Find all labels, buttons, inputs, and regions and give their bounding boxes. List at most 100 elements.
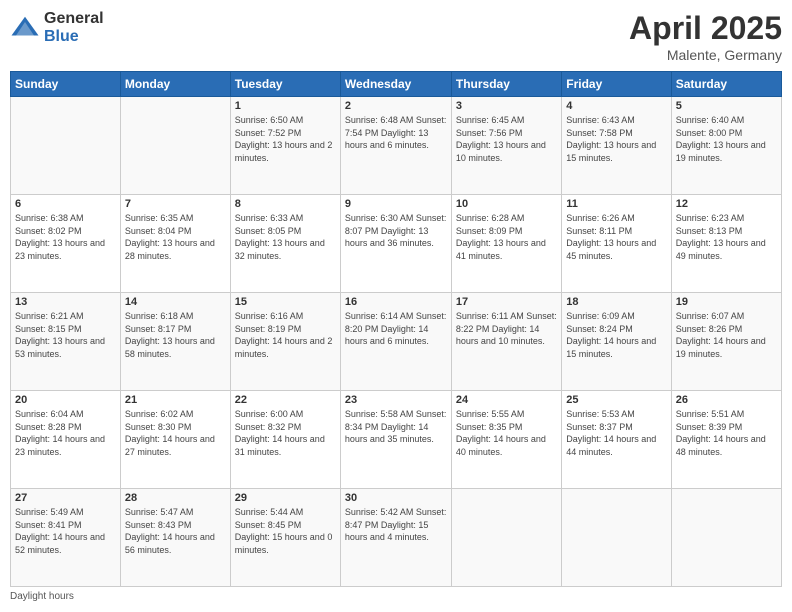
day-info: Sunrise: 5:44 AM Sunset: 8:45 PM Dayligh… <box>235 506 336 556</box>
day-info: Sunrise: 6:14 AM Sunset: 8:20 PM Dayligh… <box>345 310 447 348</box>
day-cell <box>120 97 230 195</box>
day-info: Sunrise: 6:35 AM Sunset: 8:04 PM Dayligh… <box>125 212 226 262</box>
day-info: Sunrise: 6:48 AM Sunset: 7:54 PM Dayligh… <box>345 114 447 152</box>
day-info: Sunrise: 6:30 AM Sunset: 8:07 PM Dayligh… <box>345 212 447 250</box>
day-number: 30 <box>345 492 447 504</box>
day-cell: 10 Sunrise: 6:28 AM Sunset: 8:09 PM Dayli… <box>451 195 561 293</box>
day-cell <box>451 489 561 587</box>
day-cell: 15 Sunrise: 6:16 AM Sunset: 8:19 PM Dayli… <box>230 293 340 391</box>
day-info: Sunrise: 6:38 AM Sunset: 8:02 PM Dayligh… <box>15 212 116 262</box>
day-info: Sunrise: 5:42 AM Sunset: 8:47 PM Dayligh… <box>345 506 447 544</box>
logo: General Blue <box>10 10 104 45</box>
day-info: Sunrise: 6:11 AM Sunset: 8:22 PM Dayligh… <box>456 310 557 348</box>
day-number: 12 <box>676 198 777 210</box>
day-info: Sunrise: 6:50 AM Sunset: 7:52 PM Dayligh… <box>235 114 336 164</box>
day-info: Sunrise: 5:53 AM Sunset: 8:37 PM Dayligh… <box>566 408 666 458</box>
day-cell: 7 Sunrise: 6:35 AM Sunset: 8:04 PM Daylig… <box>120 195 230 293</box>
day-number: 16 <box>345 296 447 308</box>
day-cell: 18Sunrise: 6:09 AM Sunset: 8:24 PM Dayli… <box>562 293 671 391</box>
logo-blue: Blue <box>44 28 104 46</box>
day-cell: 20Sunrise: 6:04 AM Sunset: 8:28 PM Dayli… <box>11 391 121 489</box>
day-number: 19 <box>676 296 777 308</box>
day-number: 26 <box>676 394 777 406</box>
day-info: Sunrise: 6:21 AM Sunset: 8:15 PM Dayligh… <box>15 310 116 360</box>
day-number: 21 <box>125 394 226 406</box>
day-number: 15 <box>235 296 336 308</box>
day-cell: 28 Sunrise: 5:47 AM Sunset: 8:43 PM Dayli… <box>120 489 230 587</box>
day-cell: 12 Sunrise: 6:23 AM Sunset: 8:13 PM Dayli… <box>671 195 781 293</box>
day-number: 2 <box>345 100 447 112</box>
day-number: 7 <box>125 198 226 210</box>
day-info: Sunrise: 6:18 AM Sunset: 8:17 PM Dayligh… <box>125 310 226 360</box>
day-cell: 6Sunrise: 6:38 AM Sunset: 8:02 PM Daylig… <box>11 195 121 293</box>
day-header-friday: Friday <box>562 72 671 97</box>
day-header-wednesday: Wednesday <box>340 72 451 97</box>
footer-note: Daylight hours <box>10 591 782 602</box>
day-cell: 2 Sunrise: 6:48 AM Sunset: 7:54 PM Daylig… <box>340 97 451 195</box>
day-number: 10 <box>456 198 557 210</box>
day-cell: 16 Sunrise: 6:14 AM Sunset: 8:20 PM Dayli… <box>340 293 451 391</box>
day-info: Sunrise: 6:07 AM Sunset: 8:26 PM Dayligh… <box>676 310 777 360</box>
day-info: Sunrise: 6:28 AM Sunset: 8:09 PM Dayligh… <box>456 212 557 262</box>
title-area: April 2025 Malente, Germany <box>629 10 782 63</box>
day-cell <box>671 489 781 587</box>
day-info: Sunrise: 5:58 AM Sunset: 8:34 PM Dayligh… <box>345 408 447 446</box>
day-info: Sunrise: 5:49 AM Sunset: 8:41 PM Dayligh… <box>15 506 116 556</box>
day-header-monday: Monday <box>120 72 230 97</box>
days-row: SundayMondayTuesdayWednesdayThursdayFrid… <box>11 72 782 97</box>
day-cell: 8 Sunrise: 6:33 AM Sunset: 8:05 PM Daylig… <box>230 195 340 293</box>
day-cell: 24 Sunrise: 5:55 AM Sunset: 8:35 PM Dayli… <box>451 391 561 489</box>
day-cell <box>562 489 671 587</box>
day-number: 25 <box>566 394 666 406</box>
week-row-4: 20Sunrise: 6:04 AM Sunset: 8:28 PM Dayli… <box>11 391 782 489</box>
day-number: 28 <box>125 492 226 504</box>
day-number: 3 <box>456 100 557 112</box>
day-info: Sunrise: 5:55 AM Sunset: 8:35 PM Dayligh… <box>456 408 557 458</box>
day-info: Sunrise: 6:40 AM Sunset: 8:00 PM Dayligh… <box>676 114 777 164</box>
day-info: Sunrise: 6:43 AM Sunset: 7:58 PM Dayligh… <box>566 114 666 164</box>
day-number: 8 <box>235 198 336 210</box>
day-cell: 11Sunrise: 6:26 AM Sunset: 8:11 PM Dayli… <box>562 195 671 293</box>
week-row-1: 1Sunrise: 6:50 AM Sunset: 7:52 PM Daylig… <box>11 97 782 195</box>
day-number: 29 <box>235 492 336 504</box>
day-cell: 9 Sunrise: 6:30 AM Sunset: 8:07 PM Daylig… <box>340 195 451 293</box>
day-info: Sunrise: 5:47 AM Sunset: 8:43 PM Dayligh… <box>125 506 226 556</box>
calendar-body: 1Sunrise: 6:50 AM Sunset: 7:52 PM Daylig… <box>11 97 782 587</box>
day-info: Sunrise: 6:16 AM Sunset: 8:19 PM Dayligh… <box>235 310 336 360</box>
day-number: 27 <box>15 492 116 504</box>
day-number: 9 <box>345 198 447 210</box>
day-cell: 29 Sunrise: 5:44 AM Sunset: 8:45 PM Dayli… <box>230 489 340 587</box>
header: General Blue April 2025 Malente, Germany <box>10 10 782 63</box>
location-subtitle: Malente, Germany <box>629 47 782 63</box>
day-info: Sunrise: 6:26 AM Sunset: 8:11 PM Dayligh… <box>566 212 666 262</box>
daylight-label: Daylight hours <box>10 591 74 602</box>
day-info: Sunrise: 6:02 AM Sunset: 8:30 PM Dayligh… <box>125 408 226 458</box>
day-number: 14 <box>125 296 226 308</box>
day-info: Sunrise: 6:45 AM Sunset: 7:56 PM Dayligh… <box>456 114 557 164</box>
day-number: 5 <box>676 100 777 112</box>
day-cell: 30 Sunrise: 5:42 AM Sunset: 8:47 PM Dayli… <box>340 489 451 587</box>
week-row-3: 13 Sunrise: 6:21 AM Sunset: 8:15 PM Dayli… <box>11 293 782 391</box>
day-info: Sunrise: 6:33 AM Sunset: 8:05 PM Dayligh… <box>235 212 336 262</box>
day-info: Sunrise: 5:51 AM Sunset: 8:39 PM Dayligh… <box>676 408 777 458</box>
day-header-saturday: Saturday <box>671 72 781 97</box>
day-number: 20 <box>15 394 116 406</box>
day-number: 22 <box>235 394 336 406</box>
week-row-5: 27 Sunrise: 5:49 AM Sunset: 8:41 PM Dayli… <box>11 489 782 587</box>
logo-icon <box>10 13 40 43</box>
day-cell: 5 Sunrise: 6:40 AM Sunset: 8:00 PM Daylig… <box>671 97 781 195</box>
day-cell: 19 Sunrise: 6:07 AM Sunset: 8:26 PM Dayli… <box>671 293 781 391</box>
day-cell: 26 Sunrise: 5:51 AM Sunset: 8:39 PM Dayli… <box>671 391 781 489</box>
day-info: Sunrise: 6:23 AM Sunset: 8:13 PM Dayligh… <box>676 212 777 262</box>
day-number: 13 <box>15 296 116 308</box>
day-cell: 22 Sunrise: 6:00 AM Sunset: 8:32 PM Dayli… <box>230 391 340 489</box>
week-row-2: 6Sunrise: 6:38 AM Sunset: 8:02 PM Daylig… <box>11 195 782 293</box>
day-cell: 21 Sunrise: 6:02 AM Sunset: 8:30 PM Dayli… <box>120 391 230 489</box>
day-info: Sunrise: 6:00 AM Sunset: 8:32 PM Dayligh… <box>235 408 336 458</box>
calendar-table: SundayMondayTuesdayWednesdayThursdayFrid… <box>10 71 782 587</box>
day-header-tuesday: Tuesday <box>230 72 340 97</box>
day-number: 24 <box>456 394 557 406</box>
day-number: 18 <box>566 296 666 308</box>
day-cell: 4Sunrise: 6:43 AM Sunset: 7:58 PM Daylig… <box>562 97 671 195</box>
day-cell: 14 Sunrise: 6:18 AM Sunset: 8:17 PM Dayli… <box>120 293 230 391</box>
